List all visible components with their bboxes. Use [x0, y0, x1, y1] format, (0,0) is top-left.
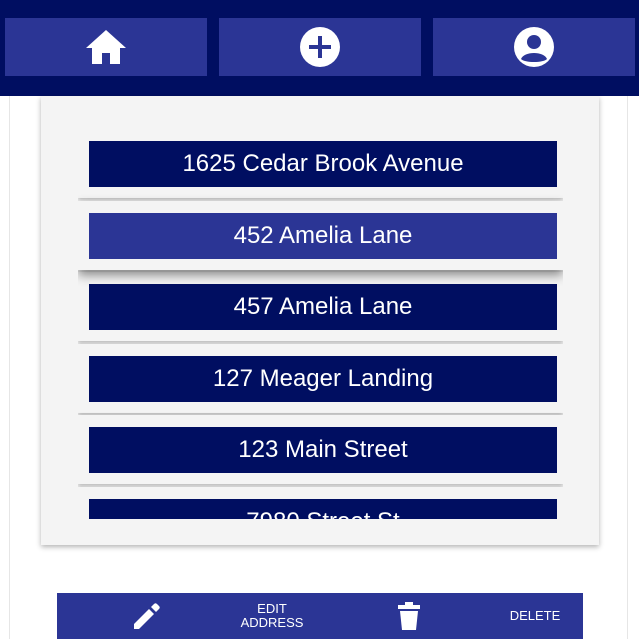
edit-address-button[interactable]: EDIT ADDRESS	[225, 593, 319, 639]
account-button[interactable]	[433, 18, 635, 76]
address-button-selected[interactable]: 452 Amelia Lane	[89, 213, 557, 259]
address-button[interactable]: 7980 Street St	[89, 499, 557, 519]
trash-icon	[398, 602, 420, 630]
list-item: 127 Meager Landing	[78, 344, 563, 413]
edit-address-label: EDIT ADDRESS	[241, 602, 304, 630]
list-item: 457 Amelia Lane	[78, 272, 563, 341]
address-list[interactable]: 1625 Cedar Brook Avenue 452 Amelia Lane …	[78, 129, 563, 519]
add-address-button[interactable]	[219, 18, 421, 76]
add-circle-icon	[300, 27, 340, 67]
address-button[interactable]: 1625 Cedar Brook Avenue	[89, 141, 557, 187]
edit-label-line1: EDIT	[257, 601, 287, 616]
address-button[interactable]: 123 Main Street	[89, 427, 557, 473]
address-button[interactable]: 127 Meager Landing	[89, 356, 557, 402]
list-item: 123 Main Street	[78, 415, 563, 484]
address-button[interactable]: 457 Amelia Lane	[89, 284, 557, 330]
edit-label-line2: ADDRESS	[240, 615, 304, 630]
delete-icon-button[interactable]	[379, 593, 439, 639]
home-button[interactable]	[5, 18, 207, 76]
list-item: 1625 Cedar Brook Avenue	[78, 129, 563, 198]
address-action-bar: EDIT ADDRESS DELETE	[57, 593, 583, 639]
home-icon	[86, 30, 126, 64]
delete-button[interactable]: DELETE	[495, 593, 575, 639]
account-circle-icon	[514, 27, 554, 67]
top-navigation-bar	[0, 0, 639, 96]
list-item-selected: 452 Amelia Lane	[78, 201, 563, 270]
edit-address-icon-button[interactable]	[117, 593, 177, 639]
delete-label: DELETE	[509, 608, 561, 623]
pencil-icon	[134, 603, 160, 629]
list-item: 7980 Street St	[78, 487, 563, 519]
